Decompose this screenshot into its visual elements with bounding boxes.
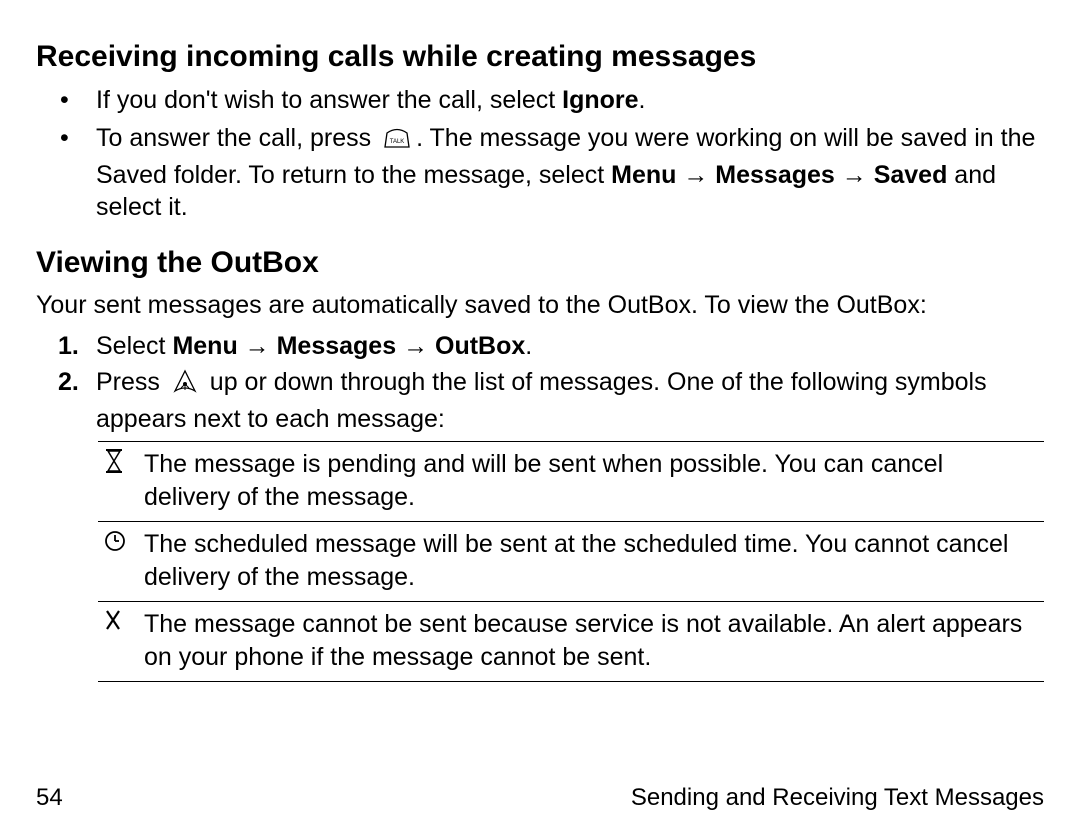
step-text: up or down through the list of messages.… [96,368,987,433]
section-title-receiving-calls: Receiving incoming calls while creating … [36,38,1044,76]
step-select-outbox: Select Menu → Messages → OutBox. [36,330,1044,363]
bullet-text: To answer the call, press [96,124,378,152]
symbol-table: The message is pending and will be sent … [98,441,1044,682]
symbol-description-scheduled: The scheduled message will be sent at th… [138,522,1044,602]
symbol-description-failed: The message cannot be sent because servi… [138,602,1044,682]
manual-page: Receiving incoming calls while creating … [0,0,1080,834]
x-mark-icon [98,602,138,682]
steps-outbox: Select Menu → Messages → OutBox. Press u… [36,330,1044,436]
section-title-outbox: Viewing the OutBox [36,244,1044,282]
talk-key-icon: TALK [382,126,412,159]
page-number: 54 [36,784,63,812]
clock-icon [98,522,138,602]
ignore-label: Ignore [562,86,638,114]
step-text: Select [96,332,172,360]
step-text: Press [96,368,167,396]
table-row: The message cannot be sent because servi… [98,602,1044,682]
chapter-title: Sending and Receiving Text Messages [631,784,1044,812]
table-row: The message is pending and will be sent … [98,442,1044,522]
bullet-text: If you don't wish to answer the call, se… [96,86,562,114]
menu-path-saved: Menu → Messages → Saved [611,161,947,189]
page-footer: 54 Sending and Receiving Text Messages [36,784,1044,812]
table-row: The scheduled message will be sent at th… [98,522,1044,602]
bullet-text: . [639,86,646,114]
bullets-receiving-calls: If you don't wish to answer the call, se… [36,84,1044,224]
svg-text:TALK: TALK [390,139,405,145]
outbox-intro: Your sent messages are automatically sav… [36,289,1044,322]
bullet-answer-call: To answer the call, press TALK . The mes… [36,122,1044,224]
symbol-description-pending: The message is pending and will be sent … [138,442,1044,522]
hourglass-icon [98,442,138,522]
navigation-key-icon [171,368,199,403]
step-navigate-list: Press up or down through the list of mes… [36,366,1044,435]
bullet-ignore-call: If you don't wish to answer the call, se… [36,84,1044,117]
menu-path-outbox: Menu → Messages → OutBox [172,332,525,360]
step-text: . [525,332,532,360]
